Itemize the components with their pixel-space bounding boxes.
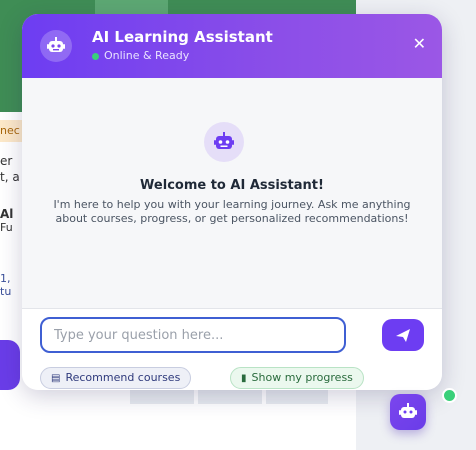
status-indicator: Online & Ready bbox=[92, 49, 189, 62]
send-icon bbox=[396, 329, 410, 342]
online-dot-icon bbox=[442, 388, 457, 403]
question-input[interactable] bbox=[40, 317, 346, 353]
robot-icon bbox=[214, 132, 234, 149]
chat-header: AI Learning Assistant Online & Ready ✕ bbox=[22, 14, 442, 78]
chat-title: AI Learning Assistant bbox=[92, 28, 273, 46]
send-button[interactable] bbox=[382, 319, 424, 351]
background-purple-button bbox=[0, 340, 20, 390]
background-text: Al bbox=[0, 207, 14, 221]
chip-label: Recommend courses bbox=[65, 371, 181, 384]
chat-launcher-button[interactable] bbox=[390, 394, 426, 430]
background-badge: nec bbox=[0, 120, 22, 142]
assistant-avatar bbox=[40, 30, 72, 62]
chart-icon: ▮ bbox=[241, 373, 247, 384]
online-dot-icon bbox=[92, 52, 99, 60]
robot-icon bbox=[399, 403, 417, 418]
background-text: er bbox=[0, 154, 13, 168]
welcome-avatar bbox=[204, 122, 244, 162]
recommend-courses-chip[interactable]: ▤ Recommend courses bbox=[40, 367, 192, 389]
welcome-text: I'm here to help you with your learning … bbox=[53, 198, 411, 225]
status-text: Online & Ready bbox=[104, 49, 190, 62]
background-text: t, a bbox=[0, 170, 20, 184]
chip-label: Show my progress bbox=[251, 371, 353, 384]
welcome-title: Welcome to AI Assistant! bbox=[140, 178, 324, 193]
background-text: Fu bbox=[0, 221, 13, 234]
background-text: tu bbox=[0, 285, 12, 298]
chat-messages-area: Welcome to AI Assistant! I'm here to hel… bbox=[22, 78, 442, 308]
books-icon: ▤ bbox=[51, 373, 61, 384]
background-text: 1, bbox=[0, 272, 11, 285]
close-button[interactable]: ✕ bbox=[413, 36, 426, 52]
chat-input-area: ▤ Recommend courses ▮ Show my progress bbox=[22, 309, 442, 390]
chat-panel: AI Learning Assistant Online & Ready ✕ W… bbox=[22, 14, 442, 390]
robot-icon bbox=[47, 37, 65, 52]
show-progress-chip[interactable]: ▮ Show my progress bbox=[230, 367, 364, 389]
